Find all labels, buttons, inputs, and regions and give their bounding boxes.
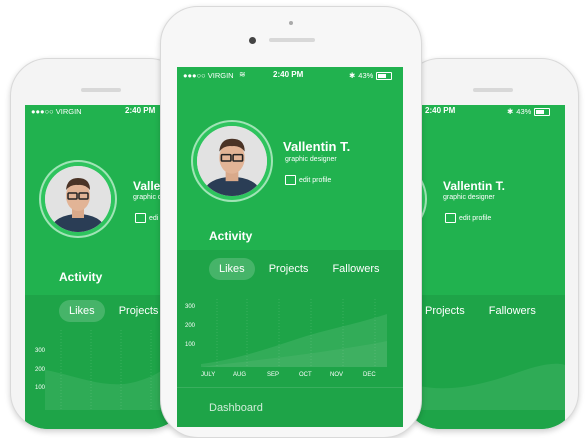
- tab-projects[interactable]: Projects: [259, 258, 319, 280]
- wifi-icon: ≋: [239, 70, 246, 79]
- battery-label: 43%: [358, 71, 374, 80]
- activity-chart: [45, 330, 173, 410]
- tab-followers[interactable]: Fallowers: [322, 258, 389, 280]
- edit-profile-button[interactable]: edi: [135, 213, 158, 223]
- avatar: [197, 126, 267, 196]
- y-tick: 100: [185, 342, 196, 348]
- battery-label: 43%: [516, 107, 532, 116]
- phone-center: ●●●○○ VIRGIN ≋ 2:40 PM ✱ 43% Vallentin T…: [160, 6, 422, 438]
- pencil-icon: [135, 213, 146, 223]
- dashboard-label[interactable]: Dashboard: [209, 402, 263, 414]
- carrier-label: ●●●○○ VIRGIN: [183, 71, 234, 80]
- pencil-icon: [445, 213, 456, 223]
- edit-profile-button[interactable]: edit profile: [445, 213, 491, 223]
- tab-bar: Likes Projects Fallowers: [209, 258, 390, 280]
- phone-right: 2:40 PM ✱ 43% Vallentin T. graphic desig…: [402, 58, 579, 430]
- carrier-label: ●●●○○ VIRGIN: [31, 107, 82, 116]
- x-tick: SEP: [267, 372, 280, 378]
- camera-dot: [289, 21, 293, 25]
- x-tick: AUG: [233, 372, 247, 378]
- x-tick: NOV: [330, 372, 344, 378]
- status-bar: ●●●○○ VIRGIN 2:40 PM: [25, 105, 173, 119]
- y-tick: 200: [35, 367, 46, 373]
- activity-title: Activity: [59, 270, 103, 284]
- battery-icon: [534, 107, 551, 116]
- tab-likes[interactable]: Likes: [59, 300, 105, 322]
- activity-title: Activity: [209, 229, 253, 243]
- profile-role: graphic designer: [443, 194, 495, 201]
- x-tick: OCT: [299, 372, 312, 378]
- status-bar: ●●●○○ VIRGIN ≋ 2:40 PM ✱ 43%: [177, 69, 403, 83]
- tab-projects[interactable]: Projects: [415, 300, 475, 322]
- speaker: [81, 88, 121, 92]
- x-tick: JULY: [201, 372, 216, 378]
- profile-role: graphic designer: [285, 156, 337, 163]
- profile-name: Vallentin T.: [443, 179, 506, 193]
- tab-bar: Likes Projects: [59, 300, 168, 322]
- profile-name: Vallentin T.: [283, 139, 351, 154]
- edit-profile-button[interactable]: edit profile: [285, 175, 331, 185]
- tab-bar: Projects Fallowers: [415, 300, 546, 322]
- pencil-icon: [285, 175, 296, 185]
- activity-chart: [415, 363, 565, 410]
- tab-followers[interactable]: Fallowers: [479, 300, 546, 322]
- x-tick: DEC: [363, 372, 376, 378]
- edit-profile-label: edit profile: [459, 214, 492, 222]
- y-tick: 300: [185, 304, 196, 310]
- status-bar: 2:40 PM ✱ 43%: [415, 105, 565, 119]
- avatar: [45, 166, 111, 232]
- time-label: 2:40 PM: [273, 70, 304, 79]
- tab-likes[interactable]: Likes: [209, 258, 255, 280]
- time-label: 2:40 PM: [425, 106, 456, 115]
- battery-icon: [376, 71, 393, 80]
- battery-indicator: ✱ 43%: [507, 107, 551, 116]
- battery-indicator: ✱ 43%: [349, 71, 393, 80]
- bluetooth-icon: ✱: [507, 107, 514, 116]
- activity-chart: [201, 299, 387, 367]
- front-camera: [249, 37, 256, 44]
- divider: [177, 387, 403, 388]
- screen-right: 2:40 PM ✱ 43% Vallentin T. graphic desig…: [415, 105, 565, 429]
- screen-left: ●●●○○ VIRGIN 2:40 PM Vallen graphic de e…: [25, 105, 173, 429]
- y-tick: 200: [185, 323, 196, 329]
- edit-profile-label: edi: [149, 214, 159, 222]
- edit-profile-label: edit profile: [299, 176, 332, 184]
- speaker: [473, 88, 513, 92]
- y-tick: 300: [35, 348, 46, 354]
- y-tick: 100: [35, 385, 46, 391]
- time-label: 2:40 PM: [125, 106, 156, 115]
- screen-center: ●●●○○ VIRGIN ≋ 2:40 PM ✱ 43% Vallentin T…: [177, 67, 403, 427]
- bluetooth-icon: ✱: [349, 71, 356, 80]
- speaker: [269, 38, 315, 42]
